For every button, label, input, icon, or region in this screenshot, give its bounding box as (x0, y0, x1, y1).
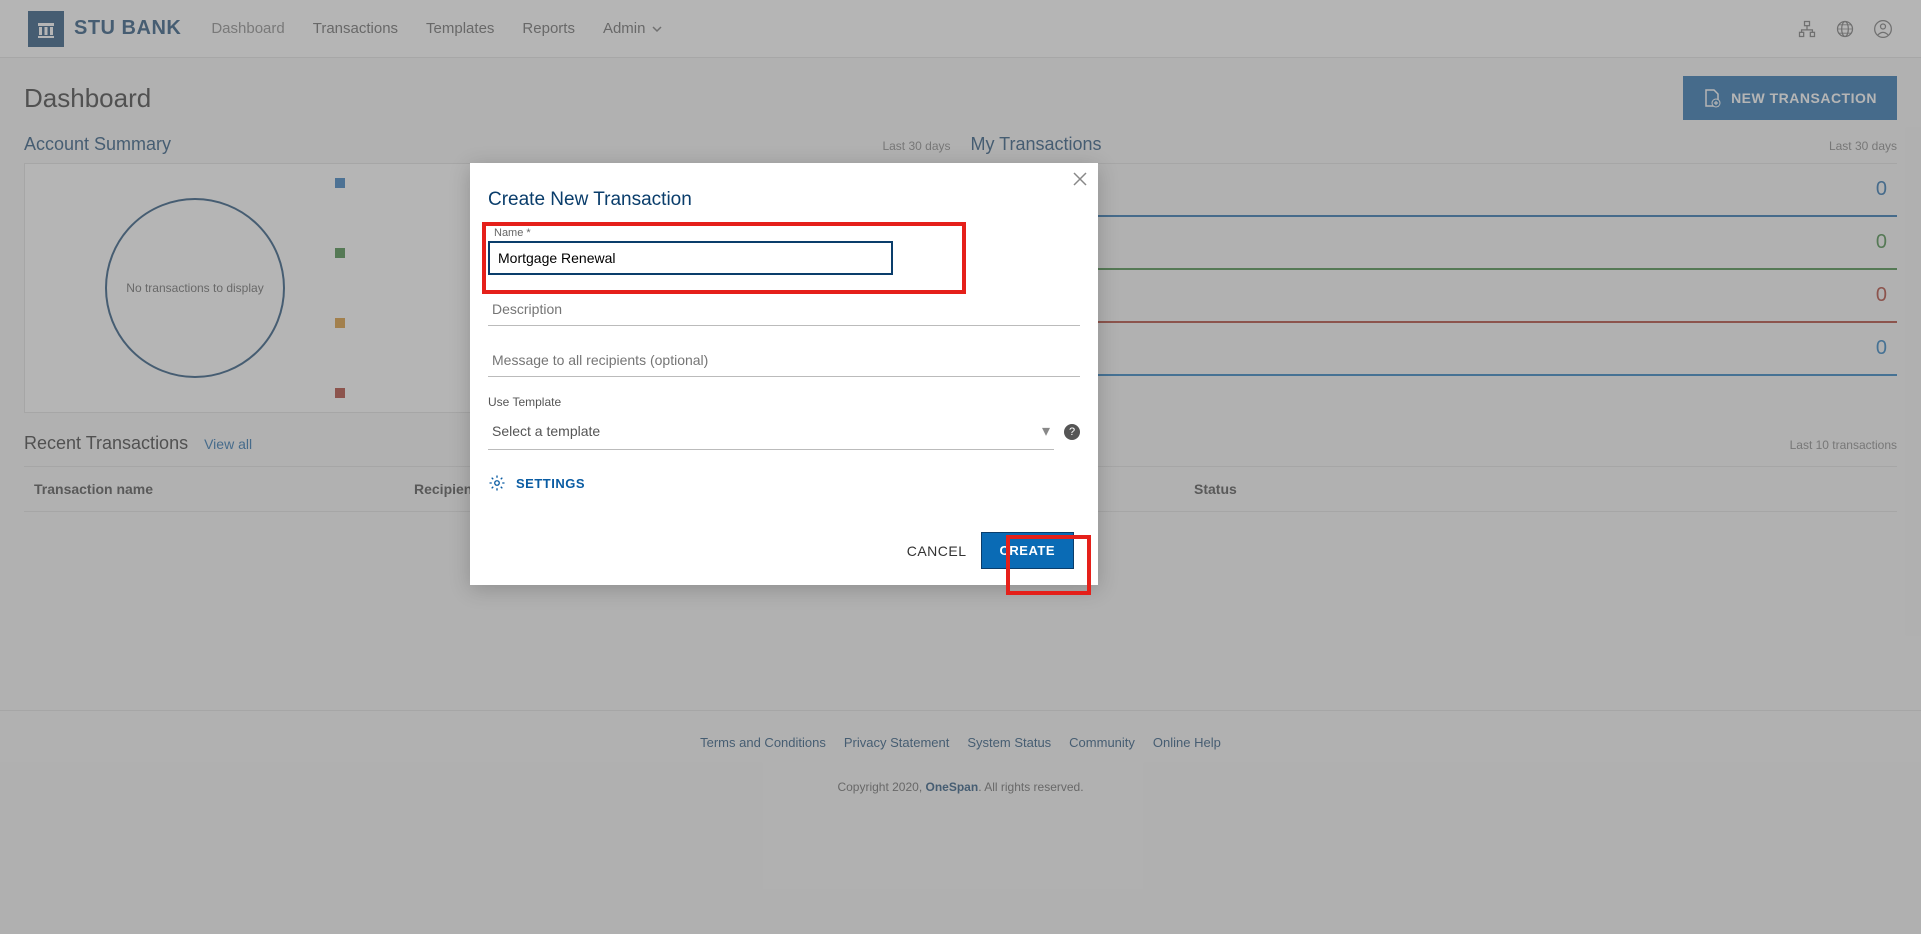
description-input[interactable] (488, 293, 1080, 326)
settings-link[interactable]: SETTINGS (488, 474, 1080, 492)
message-field-wrap (488, 344, 1080, 377)
template-select[interactable]: Select a template ▾ (488, 413, 1054, 450)
description-field-wrap (488, 293, 1080, 326)
gear-icon (488, 474, 506, 492)
close-icon[interactable] (1072, 171, 1088, 187)
cancel-button[interactable]: CANCEL (907, 543, 967, 559)
modal-title: Create New Transaction (488, 189, 1080, 211)
help-icon[interactable]: ? (1064, 424, 1080, 440)
annotation-highlight-name (482, 222, 966, 294)
caret-down-icon: ▾ (1042, 421, 1050, 441)
annotation-highlight-create (1006, 535, 1091, 595)
settings-label: SETTINGS (516, 476, 585, 491)
template-placeholder: Select a template (492, 423, 600, 439)
modal-actions: CANCEL CREATE (488, 532, 1080, 569)
message-input[interactable] (488, 344, 1080, 377)
template-label: Use Template (488, 395, 1080, 409)
